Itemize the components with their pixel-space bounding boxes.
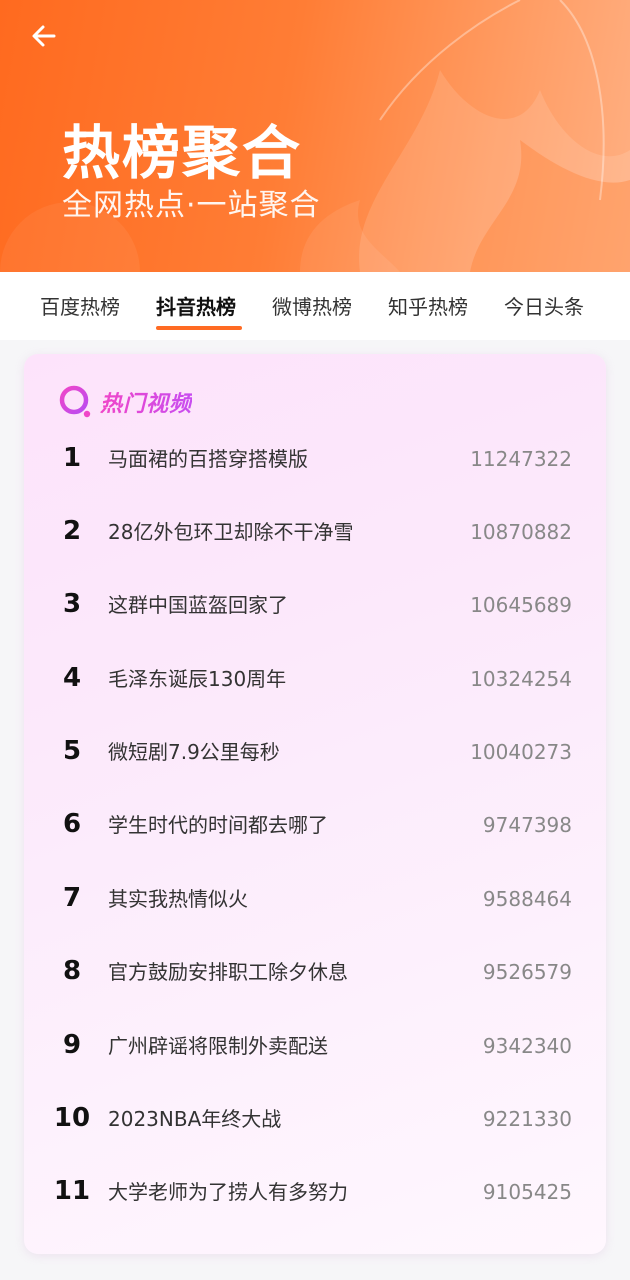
list-item[interactable]: 1 马面裙的百搭穿搭模版 11247322 <box>24 432 606 492</box>
rank-number: 4 <box>62 663 82 693</box>
search-icon <box>59 385 91 418</box>
heat-value: 10324254 <box>470 667 572 691</box>
heat-value: 9747398 <box>482 813 572 837</box>
back-button[interactable] <box>22 16 66 56</box>
item-title: 28亿外包环卫却除不干净雪 <box>108 520 354 544</box>
item-title: 大学老师为了捞人有多努力 <box>108 1180 348 1204</box>
heat-value: 11247322 <box>470 447 572 471</box>
tab-douyin[interactable]: 抖音热榜 <box>156 292 236 322</box>
item-title: 广州辟谣将限制外卖配送 <box>108 1034 328 1058</box>
list-item[interactable]: 5 微短剧7.9公里每秒 10040273 <box>24 725 606 785</box>
item-title: 学生时代的时间都去哪了 <box>108 813 328 837</box>
rank-number: 5 <box>62 736 82 766</box>
item-title: 毛泽东诞辰130周年 <box>108 667 287 691</box>
item-title: 这群中国蓝盔回家了 <box>108 593 288 617</box>
card-title: 热门视频 <box>100 386 192 418</box>
item-title: 2023NBA年终大战 <box>108 1107 282 1131</box>
item-title: 其实我热情似火 <box>108 887 248 911</box>
rank-number: 6 <box>62 809 82 839</box>
tab-bar: 百度热榜 抖音热榜 微博热榜 知乎热榜 今日头条 <box>0 272 630 340</box>
tab-baidu[interactable]: 百度热榜 <box>40 292 120 322</box>
item-title: 微短剧7.9公里每秒 <box>108 740 280 764</box>
rank-number: 1 <box>62 443 82 473</box>
rank-number: 10 <box>53 1103 91 1133</box>
heat-value: 9221330 <box>482 1107 572 1131</box>
list-item[interactable]: 3 这群中国蓝盔回家了 10645689 <box>24 578 606 638</box>
list-item[interactable]: 9 广州辟谣将限制外卖配送 9342340 <box>24 1019 606 1079</box>
page-title: 热榜聚合 <box>62 119 303 187</box>
tab-weibo[interactable]: 微博热榜 <box>272 292 352 322</box>
heat-value: 9588464 <box>482 887 572 911</box>
rank-number: 8 <box>62 956 82 986</box>
tab-zhihu[interactable]: 知乎热榜 <box>388 292 468 322</box>
rank-number: 2 <box>62 516 82 546</box>
arrow-left-icon <box>32 25 56 47</box>
page-subtitle: 全网热点·一站聚合 <box>62 188 321 223</box>
heat-value: 9526579 <box>482 960 572 984</box>
rank-number: 9 <box>62 1030 82 1060</box>
item-title: 马面裙的百搭穿搭模版 <box>108 447 308 471</box>
list-item[interactable]: 10 2023NBA年终大战 9221330 <box>24 1092 606 1152</box>
rank-number: 7 <box>62 883 82 913</box>
heat-value: 10870882 <box>470 520 572 544</box>
rank-number: 3 <box>62 589 82 619</box>
list-item[interactable]: 4 毛泽东诞辰130周年 10324254 <box>24 652 606 712</box>
hot-list-card: 热门视频 1 马面裙的百搭穿搭模版 11247322 2 28亿外包环卫却除不干… <box>24 354 606 1254</box>
item-title: 官方鼓励安排职工除夕休息 <box>108 960 348 984</box>
heat-value: 10645689 <box>470 593 572 617</box>
list-item[interactable]: 11 大学老师为了捞人有多努力 9105425 <box>24 1165 606 1225</box>
list-item[interactable]: 2 28亿外包环卫却除不干净雪 10870882 <box>24 505 606 565</box>
rank-number: 11 <box>53 1176 91 1206</box>
active-tab-indicator <box>156 326 242 330</box>
header-banner: 热榜聚合 全网热点·一站聚合 <box>0 0 630 272</box>
heat-value: 9105425 <box>482 1180 572 1204</box>
heat-value: 9342340 <box>482 1034 572 1058</box>
tab-toutiao[interactable]: 今日头条 <box>504 292 584 322</box>
list-item[interactable]: 7 其实我热情似火 9588464 <box>24 872 606 932</box>
list-item[interactable]: 6 学生时代的时间都去哪了 9747398 <box>24 798 606 858</box>
heat-value: 10040273 <box>470 740 572 764</box>
list-item[interactable]: 8 官方鼓励安排职工除夕休息 9526579 <box>24 945 606 1005</box>
card-header: 热门视频 <box>58 384 192 420</box>
